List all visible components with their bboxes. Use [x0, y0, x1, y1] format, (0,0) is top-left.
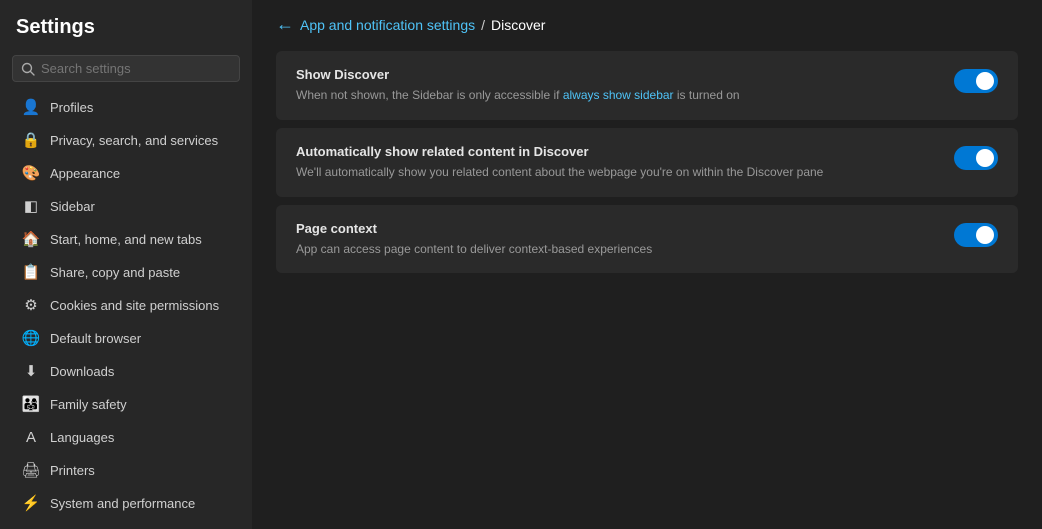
- setting-title-auto-related-content: Automatically show related content in Di…: [296, 144, 930, 159]
- sidebar-item-reset-settings[interactable]: ↺Reset settings: [6, 520, 246, 529]
- sidebar-item-label-profiles: Profiles: [50, 100, 93, 115]
- sidebar-item-label-start-home: Start, home, and new tabs: [50, 232, 202, 247]
- setting-desc-auto-related-content: We'll automatically show you related con…: [296, 164, 930, 181]
- sidebar-item-label-printers: Printers: [50, 463, 95, 478]
- toggle-page-context[interactable]: [954, 223, 998, 247]
- toggle-slider-page-context: [954, 223, 998, 247]
- sidebar-item-downloads[interactable]: ⬇ Downloads: [6, 355, 246, 387]
- setting-card-page-context: Page context App can access page content …: [276, 205, 1018, 274]
- sidebar-item-profiles[interactable]: 👤 Profiles: [6, 91, 246, 123]
- start-home-icon: 🏠: [22, 230, 40, 248]
- appearance-icon: 🎨: [22, 164, 40, 182]
- sidebar-item-label-downloads: Downloads: [50, 364, 114, 379]
- sidebar-item-share-copy[interactable]: 📋 Share, copy and paste: [6, 256, 246, 288]
- sidebar-item-label-appearance: Appearance: [50, 166, 120, 181]
- setting-title-page-context: Page context: [296, 221, 930, 236]
- setting-content-auto-related-content: Automatically show related content in Di…: [296, 144, 954, 181]
- sidebar-item-privacy[interactable]: 🔒 Privacy, search, and services: [6, 124, 246, 156]
- share-copy-icon: 📋: [22, 263, 40, 281]
- sidebar-item-label-cookies: Cookies and site permissions: [50, 298, 219, 313]
- sidebar: Settings 👤 Profiles 🔒 Privacy, search, and …: [0, 0, 252, 529]
- profiles-icon: 👤: [22, 98, 40, 116]
- main-content: ← App and notification settings / Discov…: [252, 0, 1042, 529]
- breadcrumb: ← App and notification settings / Discov…: [276, 0, 1018, 51]
- downloads-icon: ⬇: [22, 362, 40, 380]
- search-input[interactable]: [41, 61, 231, 76]
- toggle-slider-show-discover: [954, 69, 998, 93]
- settings-cards-container: Show Discover When not shown, the Sidebar…: [276, 51, 1018, 273]
- sidebar-item-label-languages: Languages: [50, 430, 114, 445]
- sidebar-item-label-sidebar: Sidebar: [50, 199, 95, 214]
- setting-desc-page-context: App can access page content to deliver c…: [296, 241, 930, 258]
- toggle-show-discover[interactable]: [954, 69, 998, 93]
- search-box[interactable]: [12, 55, 240, 82]
- search-icon: [21, 62, 35, 76]
- cookies-icon: ⚙: [22, 296, 40, 314]
- back-arrow-button[interactable]: ←: [276, 14, 294, 35]
- settings-title: Settings: [0, 8, 252, 51]
- nav-items-container: 👤 Profiles 🔒 Privacy, search, and services 🎨…: [0, 90, 252, 529]
- sidebar-icon: ◧: [22, 197, 40, 215]
- languages-icon: A: [22, 428, 40, 446]
- toggle-slider-auto-related-content: [954, 146, 998, 170]
- family-safety-icon: 👨‍👩‍👧: [22, 395, 40, 413]
- sidebar-item-start-home[interactable]: 🏠 Start, home, and new tabs: [6, 223, 246, 255]
- setting-title-show-discover: Show Discover: [296, 67, 930, 82]
- sidebar-item-cookies[interactable]: ⚙ Cookies and site permissions: [6, 289, 246, 321]
- setting-desc-link-show-discover[interactable]: always show sidebar: [563, 88, 674, 102]
- setting-card-auto-related-content: Automatically show related content in Di…: [276, 128, 1018, 197]
- breadcrumb-parent-link[interactable]: App and notification settings: [300, 17, 475, 33]
- setting-card-show-discover: Show Discover When not shown, the Sidebar…: [276, 51, 1018, 120]
- breadcrumb-separator: /: [481, 17, 485, 33]
- sidebar-item-label-privacy: Privacy, search, and services: [50, 133, 218, 148]
- sidebar-item-printers[interactable]: 🖨 Printers: [6, 454, 246, 486]
- sidebar-item-languages[interactable]: A Languages: [6, 421, 246, 453]
- sidebar-item-label-system-performance: System and performance: [50, 496, 195, 511]
- system-performance-icon: ⚡: [22, 494, 40, 512]
- toggle-auto-related-content[interactable]: [954, 146, 998, 170]
- setting-content-page-context: Page context App can access page content …: [296, 221, 954, 258]
- setting-content-show-discover: Show Discover When not shown, the Sidebar…: [296, 67, 954, 104]
- sidebar-item-family-safety[interactable]: 👨‍👩‍👧 Family safety: [6, 388, 246, 420]
- sidebar-item-sidebar[interactable]: ◧ Sidebar: [6, 190, 246, 222]
- breadcrumb-current: Discover: [491, 17, 545, 33]
- sidebar-item-system-performance[interactable]: ⚡ System and performance: [6, 487, 246, 519]
- sidebar-item-default-browser[interactable]: 🌐 Default browser: [6, 322, 246, 354]
- sidebar-item-label-default-browser: Default browser: [50, 331, 141, 346]
- printers-icon: 🖨: [22, 461, 40, 479]
- sidebar-item-label-family-safety: Family safety: [50, 397, 127, 412]
- sidebar-item-label-share-copy: Share, copy and paste: [50, 265, 180, 280]
- privacy-icon: 🔒: [22, 131, 40, 149]
- setting-desc-show-discover: When not shown, the Sidebar is only acce…: [296, 87, 930, 104]
- default-browser-icon: 🌐: [22, 329, 40, 347]
- sidebar-item-appearance[interactable]: 🎨 Appearance: [6, 157, 246, 189]
